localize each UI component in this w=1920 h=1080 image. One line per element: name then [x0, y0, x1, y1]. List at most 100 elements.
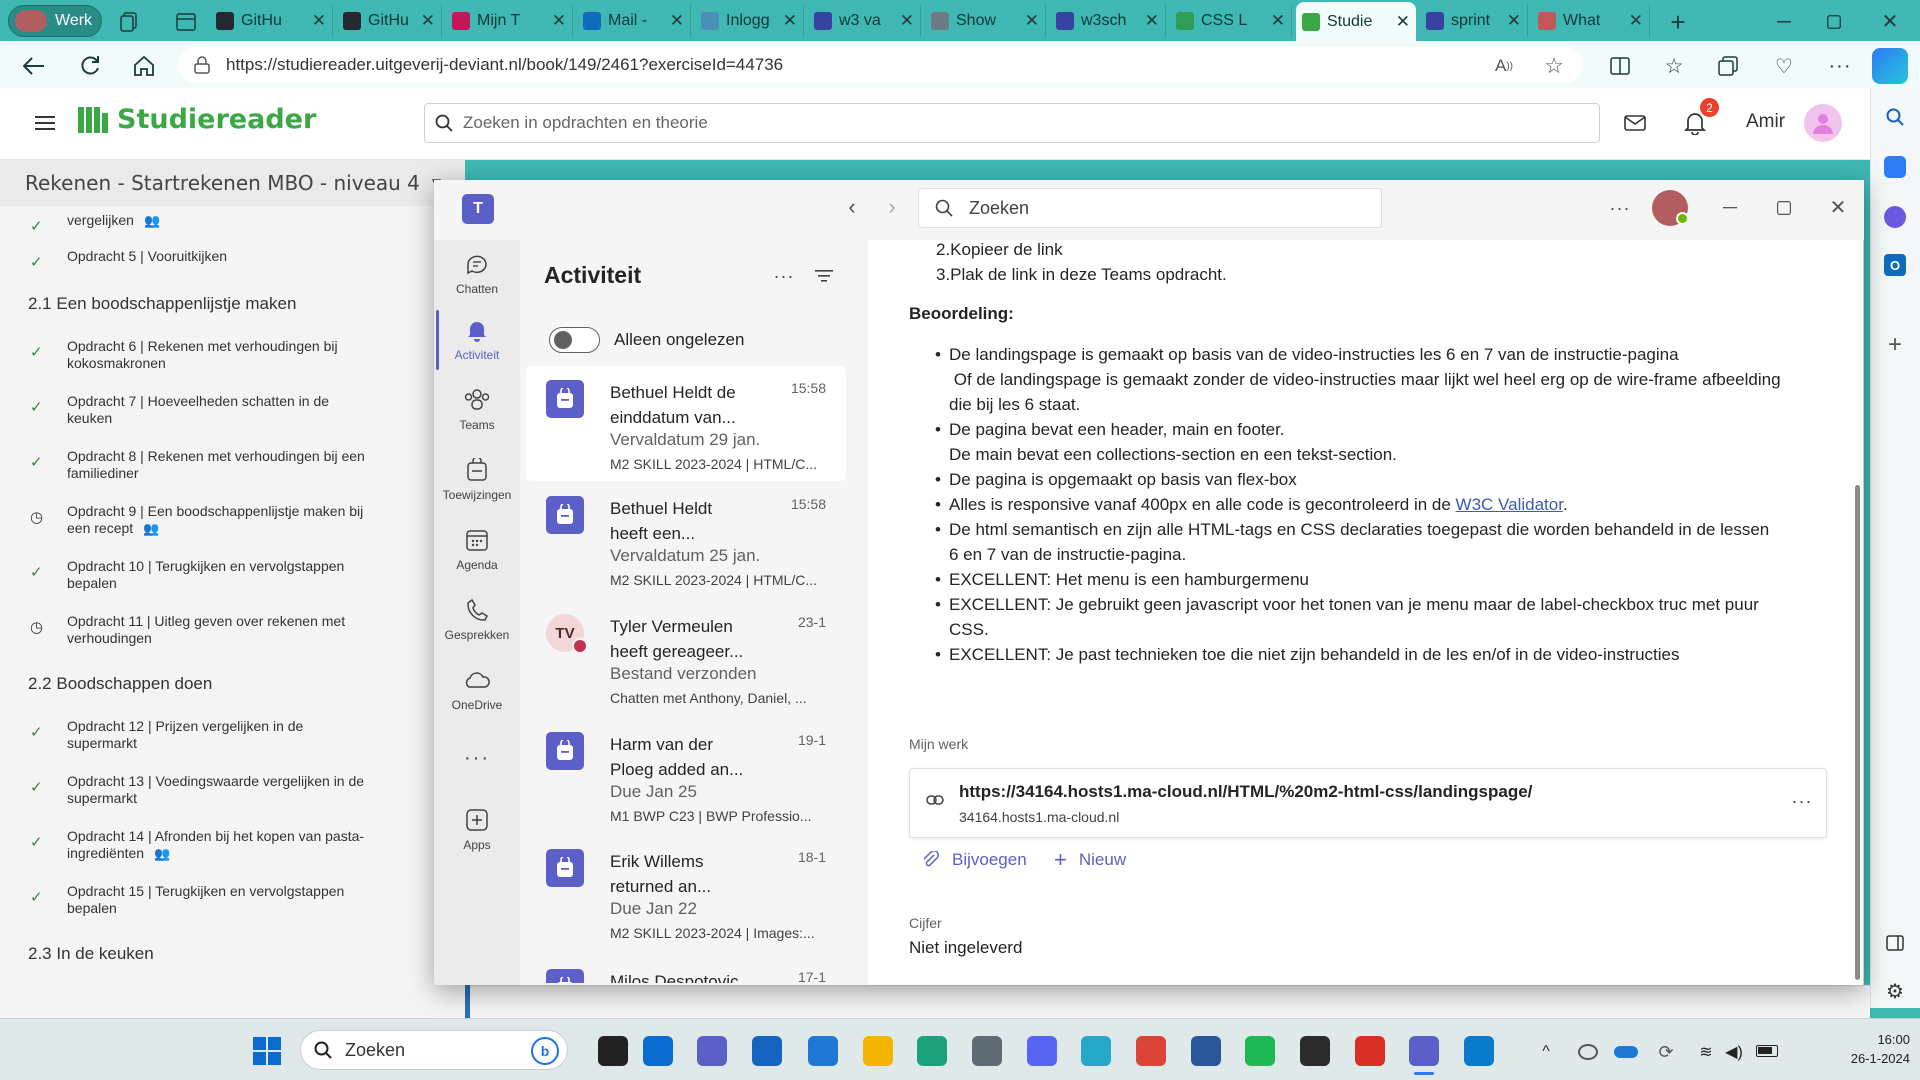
sidebar-settings-icon[interactable]: ⚙ [1882, 978, 1908, 1004]
tab-close-icon[interactable]: ✕ [1271, 11, 1285, 31]
browser-tab[interactable]: Inlogg ✕ [695, 5, 804, 37]
rail-item-teams[interactable]: Teams [434, 386, 520, 432]
tab-close-icon[interactable]: ✕ [1396, 12, 1410, 32]
favorite-star-icon[interactable]: ☆ [1540, 52, 1568, 80]
settings-icon[interactable] [972, 1036, 1002, 1066]
teams-maximize-button[interactable] [1770, 196, 1798, 220]
restore-window-button[interactable] [1820, 10, 1848, 34]
system-clock[interactable]: 16:00 26-1-2024 [1830, 1030, 1910, 1068]
workspaces-icon[interactable] [118, 10, 142, 34]
tray-chevron-up-icon[interactable]: ^ [1534, 1040, 1558, 1064]
browser-tab[interactable]: Studie ✕ [1296, 2, 1416, 41]
browser-tab[interactable]: w3sch ✕ [1050, 5, 1166, 37]
wifi-icon[interactable]: ≋ [1694, 1040, 1718, 1064]
teams-chat-icon[interactable] [697, 1036, 727, 1066]
browser-tab[interactable]: GitHu ✕ [337, 5, 442, 37]
tab-close-icon[interactable]: ✕ [552, 11, 566, 31]
section-heading[interactable]: 2.2 Boodschappen doen [28, 674, 212, 694]
browser-tab[interactable]: Mijn T ✕ [446, 5, 573, 37]
course-list-item[interactable]: ✓ vergelijken 👥 [30, 212, 390, 235]
chrome-icon[interactable] [1136, 1036, 1166, 1066]
activity-item[interactable]: Milos Despotovic 17-1 [526, 955, 846, 983]
taskbar-search-input[interactable]: Zoeken b [300, 1030, 568, 1070]
browser-tab[interactable]: GitHu ✕ [210, 5, 333, 37]
w3c-validator-link[interactable]: W3C Validator [1456, 495, 1563, 514]
user-avatar[interactable] [1804, 104, 1842, 142]
profile-button[interactable]: Werk [8, 5, 102, 37]
new-tab-icon[interactable]: + [1664, 7, 1692, 37]
back-icon[interactable] [20, 52, 48, 80]
tab-close-icon[interactable]: ✕ [1507, 11, 1521, 31]
studiereader-logo[interactable]: Studiereader [77, 104, 316, 135]
tab-close-icon[interactable]: ✕ [783, 11, 797, 31]
split-screen-icon[interactable] [1606, 52, 1634, 80]
course-list-item[interactable]: ✓ Opdracht 10 | Terugkijken en vervolgsta… [30, 558, 390, 592]
teams-back-icon[interactable]: ‹ [840, 194, 864, 219]
unread-only-toggle[interactable] [549, 327, 600, 353]
settings-more-icon[interactable]: ··· [1826, 52, 1854, 80]
new-button[interactable]: + Nieuw [1054, 849, 1126, 871]
my-work-link-card[interactable]: https://34164.hosts1.ma-cloud.nl/HTML/%2… [909, 768, 1827, 838]
course-list-item[interactable]: ✓ Opdracht 13 | Voedingswaarde vergelijke… [30, 773, 390, 807]
rail-item-apps[interactable]: Apps [434, 806, 520, 852]
bing-icon[interactable]: b [531, 1037, 559, 1065]
course-list-item[interactable]: ◷ Opdracht 11 | Uitleg geven over rekenen… [30, 613, 390, 647]
course-selector[interactable]: Rekenen - Startrekenen MBO - niveau 4 ▼ [0, 160, 465, 206]
close-window-button[interactable]: ✕ [1876, 8, 1904, 34]
studiereader-search-input[interactable]: Zoeken in opdrachten en theorie [424, 103, 1600, 143]
rail-item-more[interactable]: ··· [434, 744, 520, 776]
sidebar-search-icon[interactable] [1882, 104, 1908, 130]
course-list-item[interactable]: ✓ Opdracht 5 | Vooruitkijken [30, 248, 390, 271]
browser-tab[interactable]: sprint ✕ [1420, 5, 1528, 37]
windows-start-icon[interactable] [252, 1036, 282, 1066]
sidebar-toggle-icon[interactable] [1882, 930, 1908, 956]
sidebar-tools-icon[interactable] [1884, 206, 1906, 228]
tray-sync-icon[interactable]: ⟳ [1654, 1040, 1678, 1064]
teams-minimize-button[interactable] [1716, 196, 1744, 220]
hamburger-menu-icon[interactable] [32, 110, 58, 136]
terminal-icon[interactable] [1300, 1036, 1330, 1066]
teams-new-icon[interactable] [1409, 1036, 1439, 1066]
rail-item-onedrive[interactable]: OneDrive [434, 666, 520, 712]
widgets-icon[interactable] [752, 1036, 782, 1066]
course-list-item[interactable]: ✓ Opdracht 7 | Hoeveelheden schatten in d… [30, 393, 390, 427]
attach-button[interactable]: Bijvoegen [922, 850, 1027, 870]
tab-close-icon[interactable]: ✕ [670, 11, 684, 31]
vertical-tabs-icon[interactable] [174, 10, 198, 34]
onedrive-icon[interactable] [808, 1036, 838, 1066]
tray-onedrive-icon[interactable] [1614, 1046, 1638, 1058]
content-scrollbar-thumb[interactable] [1855, 485, 1860, 980]
browser-tab[interactable]: Mail - ✕ [577, 5, 691, 37]
rail-item-chatten[interactable]: Chatten [434, 250, 520, 296]
course-list-item[interactable]: ✓ Opdracht 6 | Rekenen met verhoudingen b… [30, 338, 390, 372]
teams-search-input[interactable]: Zoeken [918, 188, 1382, 228]
teams-more-options-icon[interactable]: ··· [1606, 196, 1634, 220]
copilot-icon[interactable] [1872, 48, 1908, 84]
vscode-icon[interactable] [1464, 1036, 1494, 1066]
word-icon[interactable] [1191, 1036, 1221, 1066]
sidebar-add-icon[interactable]: + [1882, 331, 1908, 358]
filter-icon[interactable] [810, 264, 838, 288]
user-name[interactable]: Amir [1746, 111, 1785, 133]
activity-more-icon[interactable]: ··· [770, 264, 798, 288]
browser-tab[interactable]: CSS L ✕ [1170, 5, 1292, 37]
teams-forward-icon[interactable]: › [880, 194, 904, 219]
activity-item[interactable]: TV Tyler Vermeulen heeft gereageer... 23-1 B… [526, 600, 846, 715]
course-list-item[interactable]: ✓ Opdracht 14 | Afronden bij het kopen va… [30, 828, 390, 862]
rail-item-toewijzingen[interactable]: Toewijzingen [434, 456, 520, 502]
teams-close-button[interactable]: ✕ [1824, 194, 1852, 220]
task-view-icon[interactable] [598, 1036, 628, 1066]
browser-essentials-icon[interactable]: ♡ [1770, 52, 1798, 80]
favorites-icon[interactable]: ☆ [1660, 52, 1688, 80]
course-list-item[interactable]: ✓ Opdracht 12 | Prijzen vergelijken in de… [30, 718, 390, 752]
work-more-icon[interactable]: ··· [1790, 789, 1814, 813]
rail-item-activiteit[interactable]: Activiteit [434, 316, 520, 362]
tray-network-status-icon[interactable] [1578, 1044, 1598, 1060]
activity-item[interactable]: Bethuel Heldt heeft een... 15:58 Vervaldatu… [526, 482, 846, 597]
course-list-item[interactable]: ✓ Opdracht 8 | Rekenen met verhoudingen b… [30, 448, 390, 482]
tab-close-icon[interactable]: ✕ [1145, 11, 1159, 31]
tab-close-icon[interactable]: ✕ [900, 11, 914, 31]
mail-icon[interactable] [1620, 110, 1650, 136]
acrobat-icon[interactable] [1355, 1036, 1385, 1066]
spotify-icon[interactable] [1245, 1036, 1275, 1066]
